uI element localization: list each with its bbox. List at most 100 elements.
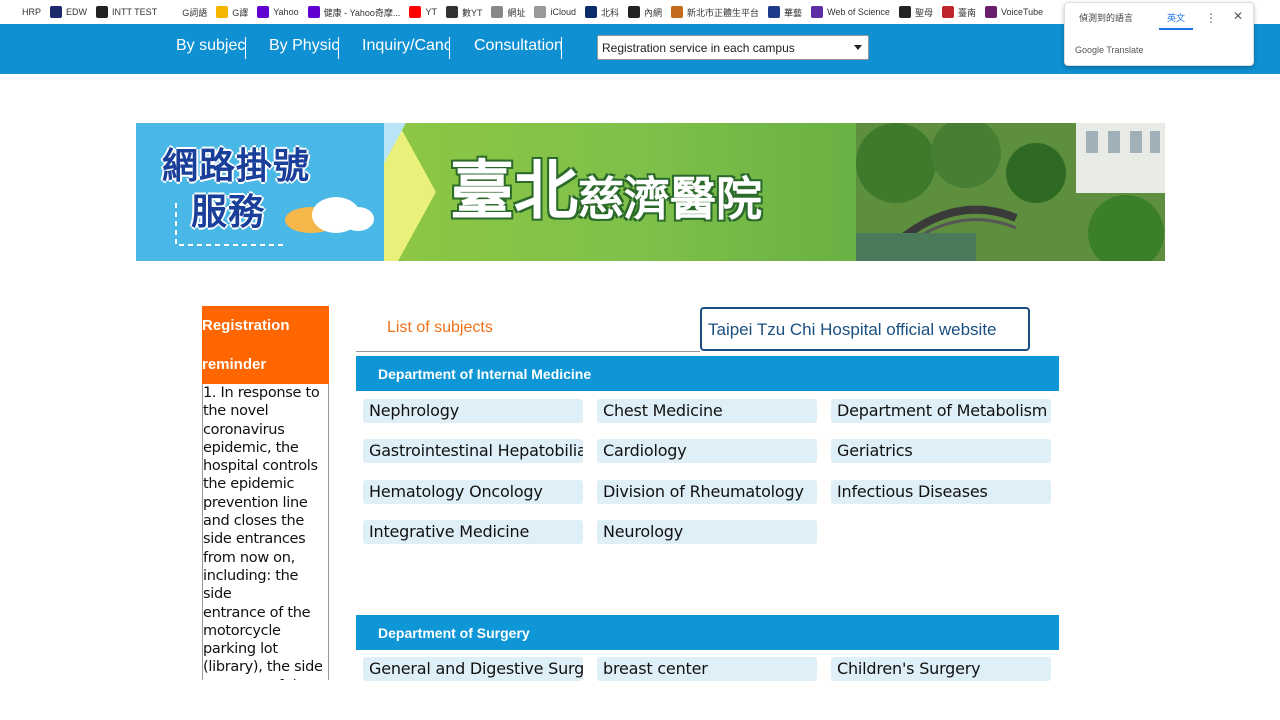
reminder-title-line1: Registration (202, 317, 290, 334)
bookmark-label: HRP (22, 7, 42, 17)
bookmark-icon (628, 6, 641, 18)
bookmark-icon (534, 6, 547, 18)
bookmark-icon (898, 6, 911, 18)
bookmark-label: 網址 (507, 7, 526, 18)
subject-link[interactable]: Cardiology (597, 439, 817, 463)
reminder-line: coronavirus (203, 421, 285, 438)
bookmark-label: 北科 (601, 7, 620, 18)
dept-internal-medicine-header: Department of Internal Medicine (356, 356, 1059, 391)
reminder-line: side entrances (203, 531, 306, 548)
bookmark-item[interactable]: 臺南 (941, 6, 976, 19)
bookmark-icon (768, 6, 781, 18)
reminder-line: hospital controls (203, 458, 318, 475)
bookmark-item[interactable]: 北科 (585, 6, 619, 19)
bookmark-item[interactable]: 健康 - Yahoo奇摩... (307, 6, 401, 19)
banner-title-line1: 網路掛號 (162, 146, 311, 187)
bookmark-label: VoiceTube (1000, 7, 1044, 17)
tab-list-of-subjects[interactable]: List of subjects (356, 306, 700, 352)
bookmark-label: 新北市正體生平台 (687, 7, 760, 18)
bookmark-item[interactable]: iCloud (534, 6, 576, 18)
reminder-line: the novel (203, 403, 269, 420)
campus-select[interactable]: Registration service in each campus (597, 35, 869, 60)
subject-link[interactable]: Division of Rheumatology (597, 480, 817, 504)
bookmark-icon (409, 6, 422, 18)
bookmark-label: 聖母 (914, 7, 933, 18)
reminder-line: the epidemic (203, 476, 295, 493)
bookmark-item[interactable]: 網址 (491, 6, 525, 19)
bookmark-item[interactable]: Web of Science (811, 6, 890, 18)
bookmark-label: 內網 (644, 7, 663, 18)
bookmark-label: Web of Science (827, 7, 890, 17)
banner-name-big: 臺北 (450, 155, 578, 229)
bookmark-icon (257, 6, 270, 18)
bookmark-item[interactable]: VoiceTube (984, 6, 1044, 18)
bookmark-item[interactable]: INTT TEST (96, 6, 157, 18)
translate-footer: Google Translate (1075, 45, 1144, 55)
subject-link[interactable]: Geriatrics (831, 439, 1051, 463)
bookmark-icon (96, 6, 109, 18)
chevron-down-icon (854, 45, 862, 50)
subject-link[interactable]: breast center (597, 657, 817, 681)
bookmark-label: 臺南 (957, 7, 976, 18)
reminder-title: Registration reminder (202, 306, 329, 384)
subject-link[interactable]: Gastrointestinal Hepatobiliary (363, 439, 583, 463)
reminder-line: motorcycle (203, 622, 281, 639)
subject-link[interactable]: General and Digestive Surgery (363, 657, 583, 681)
more-options-icon[interactable]: ⋮ (1205, 11, 1217, 25)
subject-link[interactable]: Infectious Diseases (831, 480, 1051, 504)
bookmark-item[interactable]: 新北市正體生平台 (671, 6, 759, 19)
reminder-line: (library), the side (203, 659, 323, 676)
reminder-line: epidemic, the (203, 439, 299, 456)
nav-by-physician[interactable]: By Physician (269, 37, 339, 59)
bookmark-label: INTT TEST (112, 7, 158, 17)
subject-link[interactable]: Integrative Medicine (363, 520, 583, 544)
reminder-line: parking lot (203, 641, 278, 658)
bookmark-label: G譯 (232, 7, 249, 18)
bookmark-label: 數YT (461, 7, 483, 18)
subject-link[interactable]: Neurology (597, 520, 817, 544)
reminder-body: 1. In response to the novel coronavirus epi… (202, 384, 329, 680)
nav-by-subject[interactable]: By subject (176, 37, 246, 59)
bookmark-item[interactable]: YT (409, 6, 437, 18)
reminder-line: including: the side (203, 567, 299, 603)
reminder-title-line2: reminder (202, 356, 267, 373)
detected-language-tab[interactable]: 偵測到的語言 (1079, 11, 1133, 30)
bookmark-item[interactable]: 內網 (628, 6, 662, 19)
official-website-link[interactable]: Taipei Tzu Chi Hospital official website (700, 307, 1030, 351)
bookmark-label: EDW (66, 7, 88, 17)
subject-link[interactable]: Chest Medicine (597, 399, 817, 423)
subject-link[interactable]: Hematology Oncology (363, 480, 583, 504)
bookmark-icon (941, 6, 954, 18)
bookmark-label: G詞語 (182, 7, 208, 18)
bookmark-icon (307, 6, 320, 18)
subject-link[interactable]: Nephrology (363, 399, 583, 423)
bookmark-icon (6, 6, 18, 18)
nav-consultation[interactable]: Consultation (474, 37, 562, 59)
banner-name-small: 慈濟醫院 (578, 172, 762, 226)
bookmark-icon (445, 6, 458, 18)
bookmark-icon (671, 6, 684, 18)
bookmark-icon (216, 6, 229, 18)
bookmark-item[interactable]: EDW (50, 6, 87, 18)
bookmark-icon (491, 6, 504, 18)
bookmark-item[interactable]: 數YT (445, 6, 483, 19)
reminder-line: and closes the (203, 513, 304, 530)
close-icon[interactable]: ✕ (1233, 9, 1243, 23)
bookmark-icon (984, 6, 997, 18)
bookmark-icon (50, 6, 63, 18)
bookmark-item[interactable]: 華藝 (768, 6, 802, 19)
bookmark-item[interactable]: HRP (6, 6, 41, 18)
subject-link[interactable]: Department of Metabolism and Endocrinolo… (831, 399, 1051, 423)
reminder-line: prevention line (203, 494, 308, 511)
english-tab[interactable]: 英文 (1159, 11, 1194, 30)
bookmark-item[interactable]: G譯 (216, 6, 248, 19)
bookmark-item[interactable]: Yahoo (257, 6, 299, 18)
subject-link[interactable]: Children's Surgery (831, 657, 1051, 681)
bookmark-label: 健康 - Yahoo奇摩... (323, 7, 401, 18)
nav-inquiry-cancel[interactable]: Inquiry/Cancel (362, 37, 450, 59)
bookmark-item[interactable]: G詞語 (166, 6, 207, 19)
reminder-line: from now on, (203, 549, 295, 566)
bookmark-item[interactable]: 聖母 (898, 6, 933, 19)
bookmark-label: 華藝 (784, 7, 803, 18)
bookmark-icon (811, 6, 824, 18)
